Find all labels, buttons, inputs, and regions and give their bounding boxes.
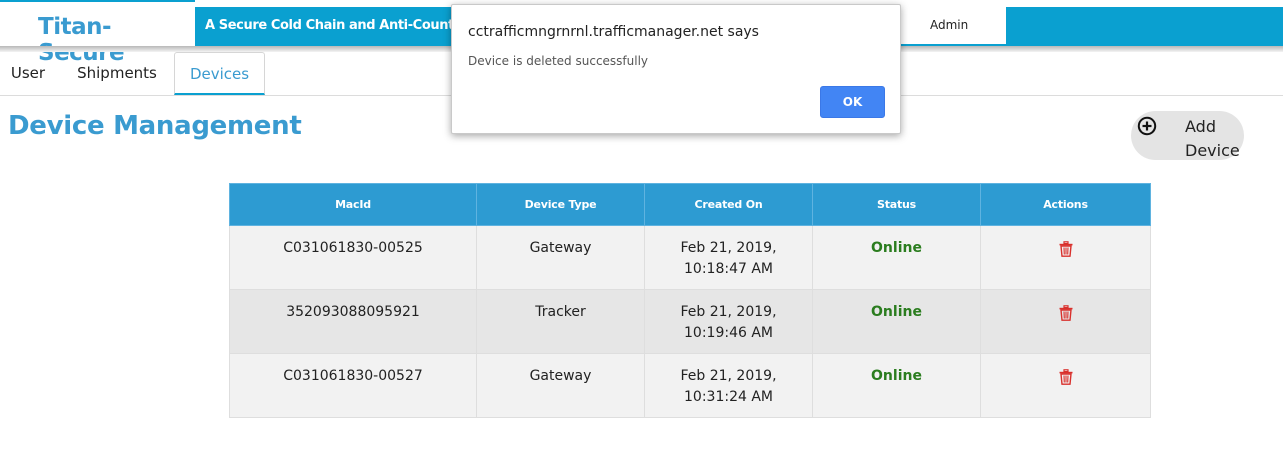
status-badge: Online [871, 240, 922, 256]
column-header-status[interactable]: Status [812, 183, 981, 226]
cell-macid: 352093088095921 [229, 289, 477, 354]
page-title: Device Management [8, 111, 302, 141]
status-badge: Online [871, 304, 922, 320]
created-time: 10:19:46 AM [684, 325, 773, 341]
column-header-device-type[interactable]: Device Type [476, 183, 645, 226]
trash-icon[interactable] [1059, 241, 1073, 257]
column-header-created-on[interactable]: Created On [644, 183, 813, 226]
created-date: Feb 21, 2019, [680, 304, 777, 320]
cell-status: Online [812, 353, 981, 418]
tab-shipments[interactable]: Shipments [63, 52, 171, 95]
created-time: 10:18:47 AM [684, 261, 773, 277]
cell-device-type: Gateway [476, 225, 645, 290]
cell-device-type: Tracker [476, 289, 645, 354]
table-row: C031061830-00525 Gateway Feb 21, 2019, 1… [229, 225, 1151, 290]
table-row: 352093088095921 Tracker Feb 21, 2019, 10… [229, 289, 1151, 354]
ok-button[interactable]: OK [820, 86, 885, 118]
trash-icon[interactable] [1059, 369, 1073, 385]
created-date: Feb 21, 2019, [680, 368, 777, 384]
trash-icon[interactable] [1059, 305, 1073, 321]
cell-created-on: Feb 21, 2019, 10:31:24 AM [644, 353, 813, 418]
cell-created-on: Feb 21, 2019, 10:19:46 AM [644, 289, 813, 354]
dialog-message: Device is deleted successfully [468, 54, 649, 68]
cell-macid: C031061830-00527 [229, 353, 477, 418]
table-row: C031061830-00527 Gateway Feb 21, 2019, 1… [229, 353, 1151, 418]
dialog-title: cctrafficmngrnrnl.trafficmanager.net say… [468, 24, 759, 40]
devices-table: MacId Device Type Created On Status Acti… [229, 183, 1151, 418]
cell-created-on: Feb 21, 2019, 10:18:47 AM [644, 225, 813, 290]
cell-device-type: Gateway [476, 353, 645, 418]
tab-devices[interactable]: Devices [174, 52, 265, 95]
cell-actions [980, 353, 1151, 418]
created-time: 10:31:24 AM [684, 389, 773, 405]
add-device-button[interactable]: Add Device [1131, 111, 1244, 160]
cell-status: Online [812, 289, 981, 354]
cell-actions [980, 225, 1151, 290]
user-menu-label: Admin [930, 18, 969, 32]
created-date: Feb 21, 2019, [680, 240, 777, 256]
status-badge: Online [871, 368, 922, 384]
column-header-actions: Actions [980, 183, 1151, 226]
tab-user[interactable]: User [0, 52, 56, 95]
cell-status: Online [812, 225, 981, 290]
plus-circle-icon [1137, 116, 1157, 136]
cell-actions [980, 289, 1151, 354]
user-menu[interactable]: Admin [900, 7, 1006, 46]
brand-area: Titan-Secure [0, 0, 195, 66]
table-header-row: MacId Device Type Created On Status Acti… [229, 183, 1151, 226]
cell-macid: C031061830-00525 [229, 225, 477, 290]
alert-dialog: cctrafficmngrnrnl.trafficmanager.net say… [451, 4, 901, 134]
column-header-macid[interactable]: MacId [229, 183, 477, 226]
add-device-label: Add Device [1185, 117, 1240, 160]
